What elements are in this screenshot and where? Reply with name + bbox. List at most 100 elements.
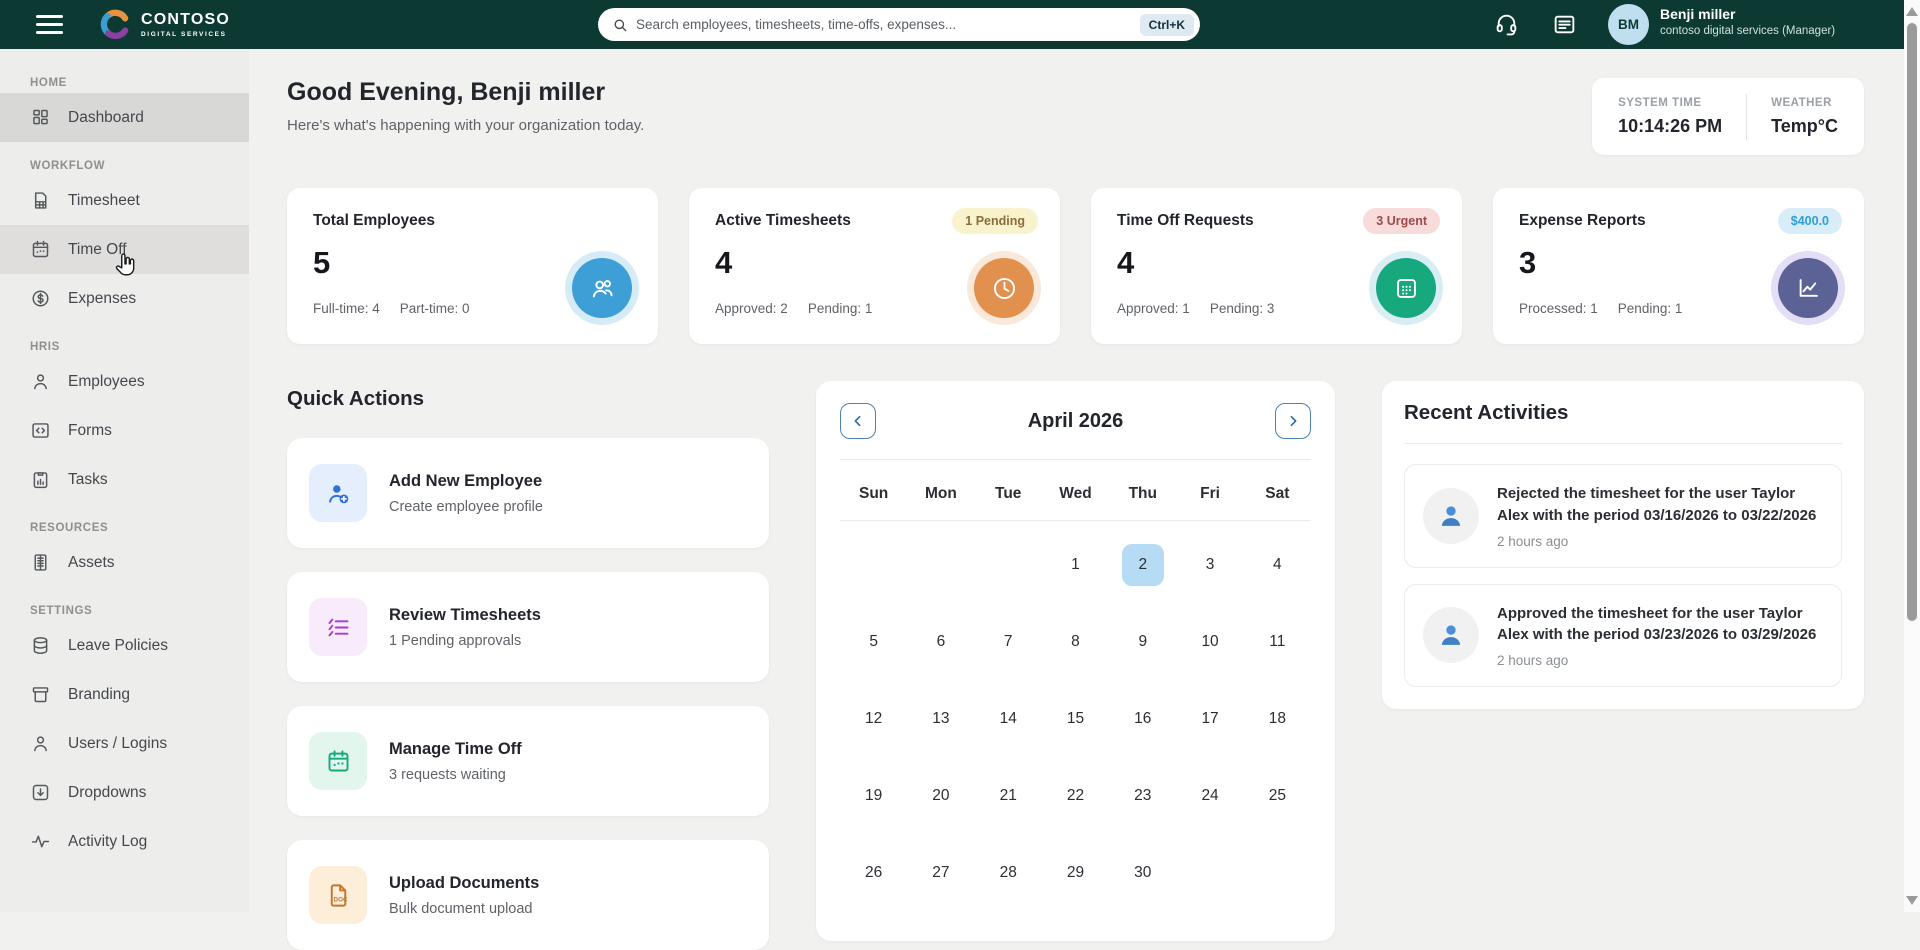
- calendar-day-number[interactable]: 7: [987, 621, 1029, 663]
- calendar-selected-day[interactable]: 2: [1122, 544, 1164, 586]
- calendar-day-number[interactable]: 14: [987, 698, 1029, 740]
- activity-item[interactable]: Approved the timesheet for the user Tayl…: [1404, 584, 1842, 688]
- calendar-day-5[interactable]: 5: [840, 603, 907, 680]
- calendar-day-11[interactable]: 11: [1244, 603, 1311, 680]
- calendar-day-1[interactable]: 1: [1042, 526, 1109, 603]
- calendar-day-number[interactable]: 3: [1189, 544, 1231, 586]
- calendar-day-number[interactable]: 22: [1054, 775, 1096, 817]
- stat-card-total-employees[interactable]: Total Employees5Full-time: 4Part-time: 0: [287, 188, 658, 344]
- calendar-day-number[interactable]: 29: [1054, 852, 1096, 894]
- calendar-day-number[interactable]: 9: [1122, 621, 1164, 663]
- calendar-day-21[interactable]: 21: [975, 757, 1042, 834]
- sidebar-item-expenses[interactable]: Expenses: [0, 274, 249, 323]
- activity-item[interactable]: Rejected the timesheet for the user Tayl…: [1404, 464, 1842, 568]
- calendar-day-number[interactable]: 6: [920, 621, 962, 663]
- calendar-day-25[interactable]: 25: [1244, 757, 1311, 834]
- user-avatar[interactable]: BM: [1608, 4, 1649, 45]
- sidebar-nav: HOMEDashboardWORKFLOWTimesheetTime OffEx…: [0, 49, 249, 912]
- sidebar-item-users-logins[interactable]: Users / Logins: [0, 719, 249, 768]
- calendar-day-14[interactable]: 14: [975, 680, 1042, 757]
- user-info[interactable]: Benji miller contoso digital services (M…: [1660, 6, 1835, 37]
- page-scrollbar[interactable]: [1904, 0, 1920, 912]
- sidebar-item-tasks[interactable]: Tasks: [0, 455, 249, 504]
- calendar-day-number[interactable]: 24: [1189, 775, 1231, 817]
- calendar-day-number[interactable]: 15: [1054, 698, 1096, 740]
- sidebar-item-timesheet[interactable]: Timesheet: [0, 176, 249, 225]
- sidebar-item-activity-log[interactable]: Activity Log: [0, 817, 249, 866]
- calendar-day-number[interactable]: 5: [853, 621, 895, 663]
- calendar-day-9[interactable]: 9: [1109, 603, 1176, 680]
- calendar-day-number[interactable]: 16: [1122, 698, 1164, 740]
- calendar-day-23[interactable]: 23: [1109, 757, 1176, 834]
- calendar-day-number[interactable]: 26: [853, 852, 895, 894]
- calendar-day-2[interactable]: 2: [1109, 526, 1176, 603]
- calendar-day-number[interactable]: 4: [1256, 544, 1298, 586]
- global-search-input[interactable]: Search employees, timesheets, time-offs,…: [598, 8, 1200, 41]
- sidebar-item-dashboard[interactable]: Dashboard: [0, 93, 249, 142]
- calendar-day-26[interactable]: 26: [840, 834, 907, 911]
- calendar-day-18[interactable]: 18: [1244, 680, 1311, 757]
- calendar-day-number[interactable]: 8: [1054, 621, 1096, 663]
- calendar-day-number[interactable]: 19: [853, 775, 895, 817]
- calendar-day-number[interactable]: 27: [920, 852, 962, 894]
- calendar-day-number[interactable]: 18: [1256, 698, 1298, 740]
- hamburger-menu-button[interactable]: [36, 15, 63, 34]
- scrollbar-thumb[interactable]: [1907, 23, 1917, 621]
- calendar-day-24[interactable]: 24: [1176, 757, 1243, 834]
- calendar-day-28[interactable]: 28: [975, 834, 1042, 911]
- calendar-day-4[interactable]: 4: [1244, 526, 1311, 603]
- support-headset-icon[interactable]: [1494, 12, 1519, 37]
- stat-card-time-off-requests[interactable]: Time Off Requests3 Urgent4Approved: 1Pen…: [1091, 188, 1462, 344]
- calendar-day-number[interactable]: 21: [987, 775, 1029, 817]
- time-off-icon: [30, 239, 51, 260]
- calendar-day-30[interactable]: 30: [1109, 834, 1176, 911]
- calendar-day-number[interactable]: 10: [1189, 621, 1231, 663]
- news-icon[interactable]: [1552, 12, 1577, 37]
- scrollbar-up-arrow[interactable]: [1906, 7, 1918, 16]
- calendar-day-number[interactable]: 25: [1256, 775, 1298, 817]
- sidebar-item-employees[interactable]: Employees: [0, 357, 249, 406]
- calendar-day-number[interactable]: 23: [1122, 775, 1164, 817]
- sidebar-item-leave-policies[interactable]: Leave Policies: [0, 621, 249, 670]
- calendar-day-15[interactable]: 15: [1042, 680, 1109, 757]
- calendar-day-19[interactable]: 19: [840, 757, 907, 834]
- quick-action-add-new-employee[interactable]: Add New EmployeeCreate employee profile: [287, 438, 769, 548]
- calendar-day-16[interactable]: 16: [1109, 680, 1176, 757]
- calendar-day-number[interactable]: 13: [920, 698, 962, 740]
- calendar-prev-button[interactable]: [840, 403, 876, 439]
- stat-card-active-timesheets[interactable]: Active Timesheets1 Pending4Approved: 2Pe…: [689, 188, 1060, 344]
- quick-action-manage-time-off[interactable]: Manage Time Off3 requests waiting: [287, 706, 769, 816]
- calendar-day-29[interactable]: 29: [1042, 834, 1109, 911]
- calendar-day-number[interactable]: 17: [1189, 698, 1231, 740]
- calendar-day-6[interactable]: 6: [907, 603, 974, 680]
- calendar-next-button[interactable]: [1275, 403, 1311, 439]
- quick-action-review-timesheets[interactable]: Review Timesheets1 Pending approvals: [287, 572, 769, 682]
- calendar-day-number[interactable]: 30: [1122, 852, 1164, 894]
- scrollbar-down-arrow[interactable]: [1906, 896, 1918, 905]
- calendar-day-27[interactable]: 27: [907, 834, 974, 911]
- user-avatar-icon: [1435, 500, 1467, 532]
- calendar-day-20[interactable]: 20: [907, 757, 974, 834]
- calendar-day-8[interactable]: 8: [1042, 603, 1109, 680]
- sidebar-item-assets[interactable]: Assets: [0, 538, 249, 587]
- sidebar-item-branding[interactable]: Branding: [0, 670, 249, 719]
- calendar-day-22[interactable]: 22: [1042, 757, 1109, 834]
- assets-icon: [30, 552, 51, 573]
- sidebar-item-time-off[interactable]: Time Off: [0, 225, 249, 274]
- calendar-day-number[interactable]: 1: [1054, 544, 1096, 586]
- calendar-day-number[interactable]: 20: [920, 775, 962, 817]
- calendar-day-3[interactable]: 3: [1176, 526, 1243, 603]
- sidebar-item-dropdowns[interactable]: Dropdowns: [0, 768, 249, 817]
- calendar-day-number[interactable]: 28: [987, 852, 1029, 894]
- calendar-day-number[interactable]: 11: [1256, 621, 1298, 663]
- stat-card-expense-reports[interactable]: Expense Reports$400.03Processed: 1Pendin…: [1493, 188, 1864, 344]
- calendar-day-17[interactable]: 17: [1176, 680, 1243, 757]
- calendar-day-12[interactable]: 12: [840, 680, 907, 757]
- quick-action-upload-documents[interactable]: DOCUpload DocumentsBulk document upload: [287, 840, 769, 950]
- calendar-day-10[interactable]: 10: [1176, 603, 1243, 680]
- calendar-day-13[interactable]: 13: [907, 680, 974, 757]
- calendar-day-number[interactable]: 12: [853, 698, 895, 740]
- sidebar-item-forms[interactable]: Forms: [0, 406, 249, 455]
- stat-card-icon-circle: [1778, 258, 1838, 318]
- calendar-day-7[interactable]: 7: [975, 603, 1042, 680]
